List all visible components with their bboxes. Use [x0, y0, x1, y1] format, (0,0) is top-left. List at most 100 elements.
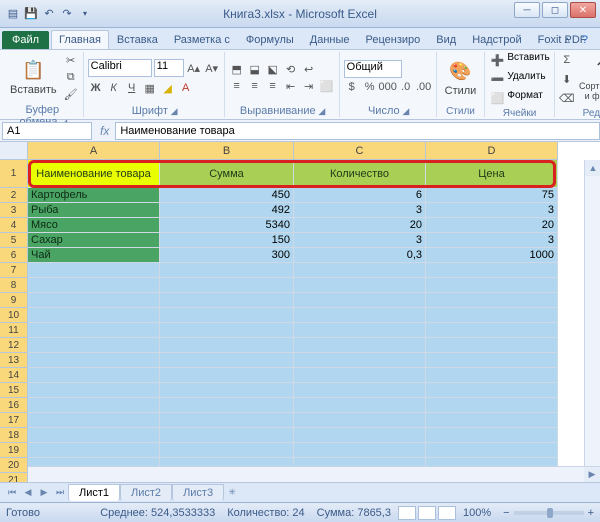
- cell[interactable]: [294, 323, 426, 338]
- undo-icon[interactable]: ↶: [40, 5, 58, 23]
- percent-icon[interactable]: %: [362, 79, 378, 95]
- cell[interactable]: 150: [160, 233, 294, 248]
- delete-label[interactable]: Удалить: [507, 71, 545, 87]
- name-box[interactable]: A1: [2, 122, 92, 140]
- row-header[interactable]: 16: [0, 398, 28, 413]
- cell[interactable]: 450: [160, 188, 294, 203]
- border-icon[interactable]: ▦: [142, 80, 158, 96]
- cell[interactable]: 20: [294, 218, 426, 233]
- bold-icon[interactable]: Ж: [88, 80, 104, 96]
- cell[interactable]: [160, 353, 294, 368]
- cell[interactable]: [294, 308, 426, 323]
- align-bottom-icon[interactable]: ⬕: [265, 61, 281, 77]
- align-right-icon[interactable]: ≡: [265, 78, 281, 94]
- file-tab[interactable]: Файл: [2, 31, 49, 49]
- align-center-icon[interactable]: ≡: [247, 78, 263, 94]
- format-label[interactable]: Формат: [507, 90, 543, 106]
- cell[interactable]: [28, 278, 160, 293]
- copy-icon[interactable]: ⧉: [63, 69, 79, 85]
- tab-view[interactable]: Вид: [428, 30, 464, 49]
- cell[interactable]: [426, 398, 558, 413]
- formula-input[interactable]: Наименование товара: [115, 122, 600, 140]
- cell[interactable]: Мясо: [28, 218, 160, 233]
- cell[interactable]: [426, 413, 558, 428]
- align-middle-icon[interactable]: ⬓: [247, 61, 263, 77]
- cell[interactable]: [28, 398, 160, 413]
- cell[interactable]: [294, 353, 426, 368]
- insert-label[interactable]: Вставить: [507, 52, 549, 68]
- close-button[interactable]: ✕: [570, 2, 596, 18]
- font-color-icon[interactable]: A: [178, 80, 194, 96]
- tab-insert[interactable]: Вставка: [109, 30, 166, 49]
- row-header[interactable]: 1: [0, 160, 28, 188]
- number-format-select[interactable]: Общий: [344, 60, 402, 78]
- cell[interactable]: 75: [426, 188, 558, 203]
- cell[interactable]: Сахар: [28, 233, 160, 248]
- autosum-icon[interactable]: Σ: [559, 52, 575, 68]
- cell[interactable]: [28, 368, 160, 383]
- cell[interactable]: [160, 338, 294, 353]
- sheet-nav-last-icon[interactable]: ⏭: [52, 485, 68, 501]
- cell[interactable]: [294, 458, 426, 466]
- font-launcher-icon[interactable]: ◢: [171, 106, 178, 116]
- row-header[interactable]: 10: [0, 308, 28, 323]
- number-launcher-icon[interactable]: ◢: [402, 106, 409, 116]
- row-header[interactable]: 4: [0, 218, 28, 233]
- increase-decimal-icon[interactable]: .0: [398, 79, 414, 95]
- align-launcher-icon[interactable]: ◢: [318, 106, 325, 116]
- new-sheet-icon[interactable]: ✳: [224, 485, 240, 501]
- cell[interactable]: [294, 398, 426, 413]
- styles-button[interactable]: 🎨 Стили: [441, 57, 481, 99]
- comma-icon[interactable]: 000: [380, 79, 396, 95]
- cell[interactable]: [160, 398, 294, 413]
- clear-icon[interactable]: ⌫: [559, 90, 575, 106]
- cell[interactable]: Цена: [426, 160, 558, 188]
- row-header[interactable]: 12: [0, 338, 28, 353]
- cell[interactable]: [28, 308, 160, 323]
- help-icon[interactable]: ?: [574, 30, 596, 49]
- qat-dropdown-icon[interactable]: ▾: [76, 5, 94, 23]
- cell[interactable]: [160, 428, 294, 443]
- orientation-icon[interactable]: ⟲: [283, 61, 299, 77]
- tab-addins[interactable]: Надстрой: [464, 30, 529, 49]
- cell[interactable]: [28, 413, 160, 428]
- cell[interactable]: [28, 338, 160, 353]
- row-header[interactable]: 11: [0, 323, 28, 338]
- vertical-scrollbar[interactable]: ▲: [584, 160, 600, 466]
- tab-data[interactable]: Данные: [302, 30, 358, 49]
- row-header[interactable]: 17: [0, 413, 28, 428]
- sheet-nav-prev-icon[interactable]: ◀: [20, 485, 36, 501]
- cell[interactable]: 3: [294, 233, 426, 248]
- cell[interactable]: [426, 308, 558, 323]
- cell[interactable]: 3: [426, 233, 558, 248]
- cell[interactable]: [28, 383, 160, 398]
- cell[interactable]: [426, 278, 558, 293]
- maximize-button[interactable]: ◻: [542, 2, 568, 18]
- cell[interactable]: [426, 323, 558, 338]
- cell[interactable]: [294, 278, 426, 293]
- cell[interactable]: [426, 368, 558, 383]
- column-header[interactable]: B: [160, 142, 294, 160]
- row-header[interactable]: 3: [0, 203, 28, 218]
- select-all-corner[interactable]: [0, 142, 28, 160]
- cell[interactable]: [28, 458, 160, 466]
- cell[interactable]: 20: [426, 218, 558, 233]
- row-header[interactable]: 13: [0, 353, 28, 368]
- tab-formulas[interactable]: Формулы: [238, 30, 302, 49]
- sheet-tab[interactable]: Лист2: [120, 484, 172, 501]
- cell[interactable]: [160, 263, 294, 278]
- cell[interactable]: 3: [294, 203, 426, 218]
- cells-area[interactable]: Наименование товараСуммаКоличествоЦенаКа…: [28, 160, 584, 466]
- sort-filter-button[interactable]: ⇅ Сортировка и фильтр: [577, 54, 600, 104]
- cell[interactable]: [28, 353, 160, 368]
- cell[interactable]: 6: [294, 188, 426, 203]
- redo-icon[interactable]: ↷: [58, 5, 76, 23]
- cell[interactable]: [160, 443, 294, 458]
- row-header[interactable]: 20: [0, 458, 28, 473]
- cell[interactable]: Сумма: [160, 160, 294, 188]
- save-icon[interactable]: 💾: [22, 5, 40, 23]
- row-header[interactable]: 14: [0, 368, 28, 383]
- fill-icon[interactable]: ⬇: [559, 71, 575, 87]
- merge-icon[interactable]: ⬜: [319, 78, 335, 94]
- cell[interactable]: [160, 383, 294, 398]
